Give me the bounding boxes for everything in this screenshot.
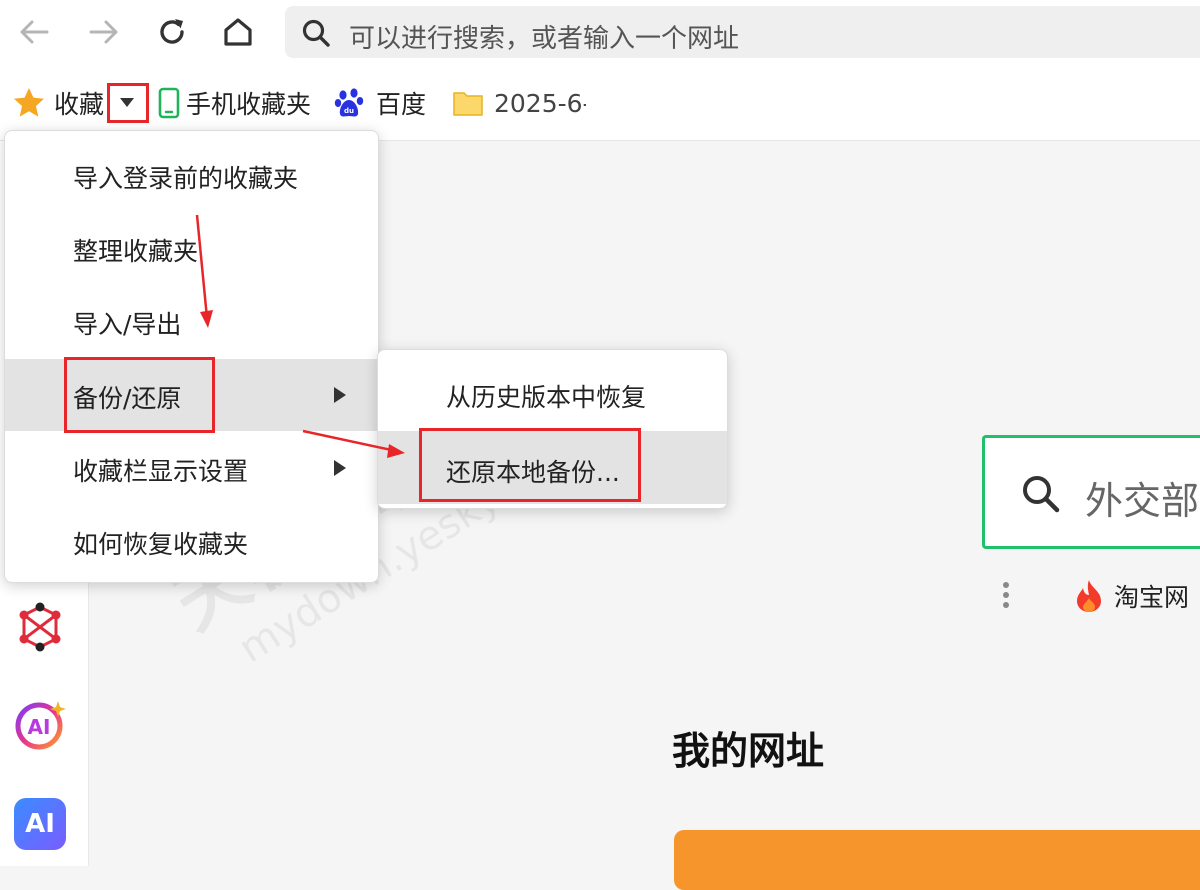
bookmark-mobile-favorites[interactable]: 手机收藏夹 bbox=[158, 86, 311, 120]
sidebar-app-network[interactable] bbox=[14, 599, 66, 655]
menu-item-label: 从历史版本中恢复 bbox=[446, 383, 647, 412]
more-vertical-icon bbox=[1003, 582, 1009, 608]
menu-item-label: 如何恢复收藏夹 bbox=[73, 530, 249, 559]
folder-icon bbox=[453, 92, 483, 116]
menu-item-label: 整理收藏夹 bbox=[73, 237, 199, 266]
orange-banner bbox=[674, 830, 1200, 890]
quick-link-label: 淘宝网 bbox=[1114, 583, 1190, 612]
bookmark-label: 手机收藏夹 bbox=[186, 90, 312, 119]
more-options-button[interactable] bbox=[996, 578, 1016, 614]
home-icon bbox=[224, 18, 252, 46]
address-bar[interactable]: 可以进行搜索，或者输入一个网址 bbox=[285, 6, 1200, 58]
home-button[interactable] bbox=[218, 12, 258, 52]
menu-item-import-before-login[interactable]: 导入登录前的收藏夹 bbox=[5, 139, 378, 211]
search-icon bbox=[302, 19, 330, 47]
network-nodes-icon bbox=[19, 602, 61, 652]
menu-item-label: 导入登录前的收藏夹 bbox=[73, 164, 299, 193]
phone-icon bbox=[158, 87, 180, 119]
flame-icon bbox=[1077, 580, 1101, 612]
favorites-label: 收藏 bbox=[54, 90, 105, 119]
section-title: 我的网址 bbox=[672, 729, 825, 773]
sidebar-app-ai-tile[interactable]: AI bbox=[14, 798, 66, 850]
back-button[interactable] bbox=[14, 12, 54, 52]
reload-icon bbox=[160, 19, 184, 44]
quick-link-taobao[interactable]: 淘宝网 bbox=[1072, 578, 1189, 614]
arrow-right-icon bbox=[89, 20, 118, 44]
bookmark-folder-2025-6[interactable]: 2025-6- bbox=[452, 86, 586, 120]
baidu-paw-icon: du bbox=[334, 88, 364, 117]
svg-text:du: du bbox=[344, 107, 354, 115]
annotation-box-restore-local bbox=[419, 428, 641, 502]
search-icon bbox=[1023, 476, 1060, 513]
menu-item-how-to-recover[interactable]: 如何恢复收藏夹 bbox=[5, 505, 378, 577]
search-query-text: 外交部 bbox=[1085, 479, 1200, 523]
annotation-box-backup-restore bbox=[64, 357, 215, 433]
submenu-arrow-icon bbox=[334, 460, 346, 476]
submenu-item-restore-history[interactable]: 从历史版本中恢复 bbox=[378, 356, 727, 429]
favorites-button[interactable]: 收藏 bbox=[12, 86, 104, 120]
menu-item-import-export[interactable]: 导入/导出 bbox=[5, 285, 378, 357]
menu-item-organize-favorites[interactable]: 整理收藏夹 bbox=[5, 212, 378, 284]
menu-item-bar-display-settings[interactable]: 收藏栏显示设置 bbox=[5, 432, 378, 504]
ai-tile-icon: AI bbox=[25, 809, 55, 839]
reload-button[interactable] bbox=[152, 12, 192, 52]
submenu-arrow-icon bbox=[334, 387, 346, 403]
bookmark-label: 百度 bbox=[376, 90, 427, 119]
menu-item-label: 收藏栏显示设置 bbox=[73, 457, 249, 486]
page-search-box[interactable]: 外交部 bbox=[982, 435, 1200, 549]
sidebar-app-ai-ring[interactable]: AI bbox=[12, 697, 68, 753]
address-placeholder: 可以进行搜索，或者输入一个网址 bbox=[349, 24, 740, 54]
star-icon bbox=[14, 88, 44, 117]
svg-text:AI: AI bbox=[28, 715, 51, 739]
browser-toolbar: 可以进行搜索，或者输入一个网址 bbox=[0, 0, 1200, 66]
annotation-box-dropdown bbox=[107, 83, 149, 123]
arrow-left-icon bbox=[20, 20, 49, 44]
ai-ring-icon: AI bbox=[15, 701, 66, 750]
bookmark-baidu[interactable]: du 百度 bbox=[334, 86, 426, 120]
forward-button[interactable] bbox=[84, 12, 124, 52]
bookmark-label: 2025-6- bbox=[494, 88, 586, 118]
menu-item-label: 导入/导出 bbox=[73, 310, 182, 339]
